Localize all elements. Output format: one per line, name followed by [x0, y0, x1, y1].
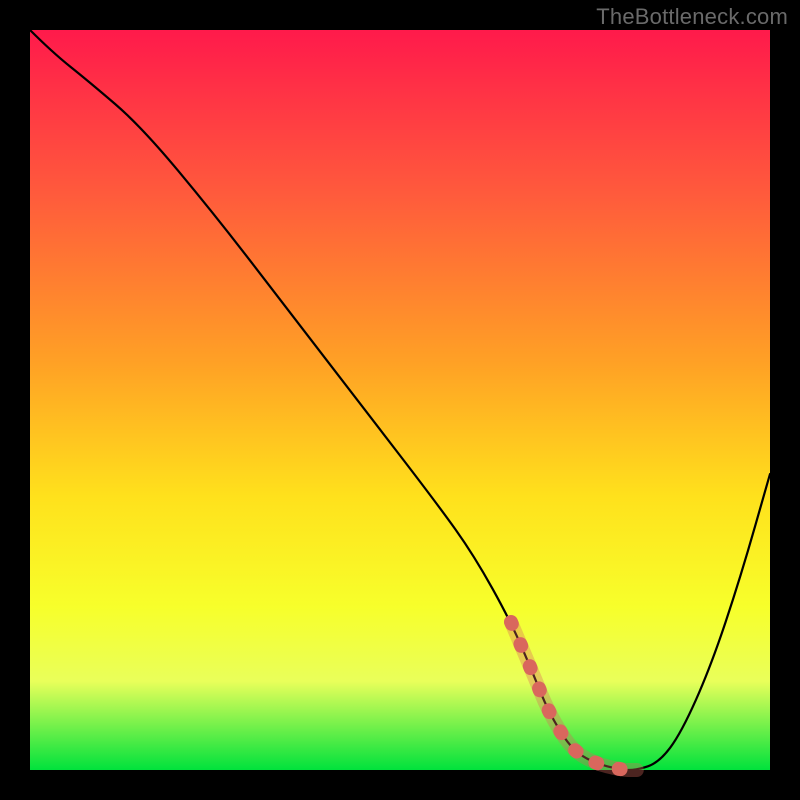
curve-svg: [30, 30, 770, 770]
plot-gradient-background: [30, 30, 770, 770]
bottleneck-curve: [30, 30, 770, 770]
optimal-range-marker: [511, 622, 637, 770]
chart-frame: TheBottleneck.com: [0, 0, 800, 800]
watermark-text: TheBottleneck.com: [596, 4, 788, 30]
